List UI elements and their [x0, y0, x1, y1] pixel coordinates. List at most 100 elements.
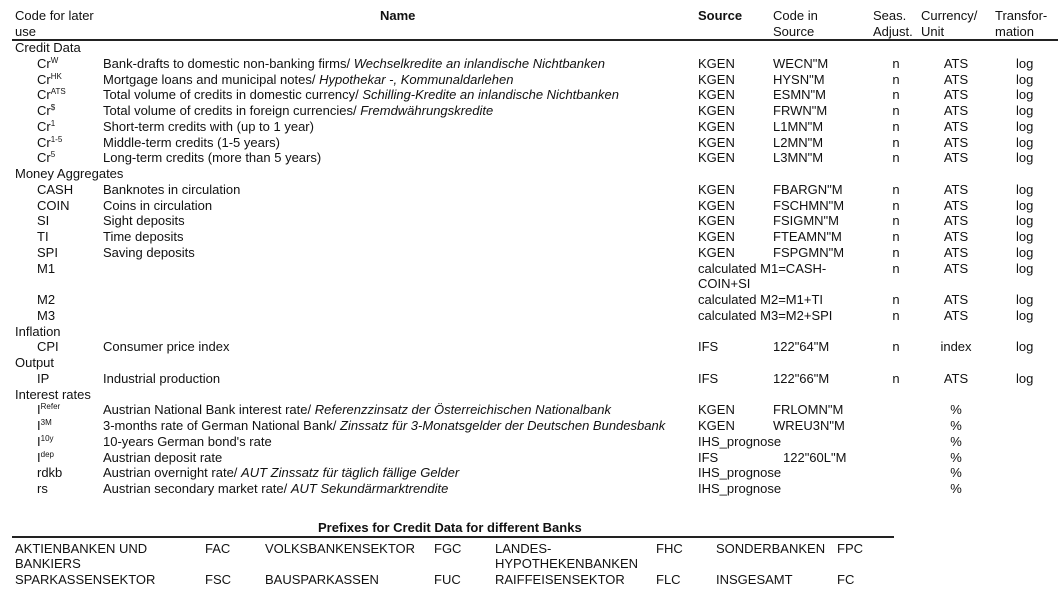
prefix-table-title: Prefixes for Credit Data for different B…	[318, 520, 582, 535]
code-in-source: FRWN"M	[773, 103, 828, 118]
header-code-in-source-line2: Source	[773, 24, 815, 39]
source: KGEN	[698, 402, 735, 418]
seasonal-adjustment: n	[892, 260, 900, 276]
variable-code: Cr1-5	[37, 135, 62, 150]
variable-name-english: 10-years German bond's rate	[103, 433, 272, 449]
source: KGEN	[698, 87, 735, 103]
code-in-source: FRLOMN"M	[773, 402, 844, 418]
code-in-source: WREU3N"M	[773, 418, 845, 433]
variable-name-english: Sight deposits	[103, 213, 185, 229]
variable-name-english: Saving deposits	[103, 244, 195, 260]
code-in-source: FSCHMN"M	[773, 197, 845, 213]
prefix-bank-name: VOLKSBANKENSEKTOR	[265, 541, 415, 556]
source: calculated M1=CASH-	[698, 260, 827, 276]
currency-unit: ATS	[943, 55, 969, 71]
variable-code-text: IP	[37, 370, 50, 386]
variable-name: Sight deposits	[103, 213, 185, 228]
variable-code-superscript: ATS	[50, 87, 66, 97]
group-title: Output	[15, 355, 55, 370]
variable-name-german: Schilling-Kredite an inlandische Nichtba…	[362, 87, 619, 103]
transformation: log	[1016, 181, 1034, 197]
source: KGEN	[698, 103, 735, 118]
source: calculated M3=M2+SPI	[698, 307, 833, 323]
header-transform-line1: Transfor-	[995, 8, 1048, 23]
header-transformation: Transfor- mation	[995, 8, 1047, 40]
prefix-code: FC	[837, 572, 855, 587]
variable-code-superscript: W	[50, 55, 59, 65]
seasonal-adjustment: n	[892, 150, 900, 166]
transformation: log	[1016, 118, 1034, 134]
header-seas-adjust: Seas. Adjust.	[873, 8, 913, 40]
seasonal-adjustment: n	[892, 181, 900, 197]
prefix-table-rule	[12, 536, 894, 538]
variable-name: Long-term credits (more than 5 years)	[103, 150, 321, 165]
prefix-bank-name-line1: AKTIENBANKEN UND	[15, 541, 148, 556]
transformation: log	[1016, 71, 1034, 87]
currency-unit: ATS	[943, 87, 969, 103]
transformation: log	[1016, 244, 1034, 260]
variable-code-superscript: 3M	[40, 418, 52, 427]
variable-name-german: Referenzzinsatz der Österreichischen Nat…	[314, 402, 611, 418]
variable-name: Short-term credits with (up to 1 year)	[103, 119, 314, 134]
variable-code-text: Cr	[37, 150, 51, 166]
currency-unit: %	[950, 465, 962, 481]
transformation: log	[1016, 55, 1034, 71]
transformation: log	[1016, 213, 1034, 229]
variable-name-english: Total volume of credits in foreign curre…	[103, 103, 361, 118]
header-code-line2: use	[15, 24, 36, 39]
variable-code: M3	[37, 308, 55, 323]
code-in-source: FSPGMN"M	[773, 244, 845, 260]
variable-code: I10y	[37, 434, 54, 449]
variable-name: Middle-term credits (1-5 years)	[103, 135, 280, 150]
header-rule	[12, 39, 1058, 41]
variable-code: M2	[37, 292, 55, 307]
variable-code: Cr$	[37, 103, 55, 118]
variable-code-superscript: 1	[50, 118, 56, 128]
variable-code-text: Cr	[37, 134, 51, 150]
code-in-source: FBARGN"M	[773, 181, 843, 197]
transformation: log	[1016, 229, 1034, 244]
code-in-source: L2MN"M	[773, 134, 824, 150]
source: IHS_prognose	[698, 481, 782, 496]
source: KGEN	[698, 418, 735, 433]
source: KGEN	[698, 213, 735, 229]
source: KGEN	[698, 55, 735, 71]
code-in-source: 122"60L"M	[783, 449, 847, 465]
variable-code-text: M3	[37, 307, 56, 323]
seasonal-adjustment: n	[892, 213, 900, 229]
variable-code-superscript: $	[50, 103, 56, 112]
currency-unit: %	[950, 449, 962, 465]
prefix-bank-name-line2: HYPOTHEKENBANKEN	[495, 556, 639, 571]
header-seas-line1: Seas.	[873, 8, 907, 23]
code-in-source: L3MN"M	[773, 150, 824, 166]
currency-unit: ATS	[943, 244, 969, 260]
variable-name-english: Austrian deposit rate	[103, 449, 223, 465]
group-title: Interest rates	[15, 386, 91, 402]
variable-code: rs	[37, 481, 48, 496]
variable-name-german: Fremdwährungskredite	[360, 103, 494, 118]
seasonal-adjustment: n	[892, 134, 900, 150]
source: KGEN	[698, 181, 735, 197]
variable-name-german: Wechselkredite an inlandische Nichtbanke…	[353, 55, 605, 71]
variable-name: Total volume of credits in foreign curre…	[103, 103, 493, 118]
variable-code-superscript: 1-5	[50, 134, 63, 144]
source: IHS_prognose	[698, 465, 782, 481]
transformation: log	[1016, 150, 1034, 166]
variable-name: Austrian overnight rate/ AUT Zinssatz fü…	[103, 465, 459, 480]
variable-name-german: Hypothekar -, Kommunaldarlehen	[319, 71, 514, 87]
seasonal-adjustment: n	[892, 103, 900, 118]
source: KGEN	[698, 150, 735, 166]
variable-code-text: TI	[37, 229, 49, 244]
variable-name-english: Middle-term credits (1-5 years)	[103, 134, 280, 150]
header-transform-line2: mation	[995, 24, 1035, 39]
variable-code-superscript: HK	[50, 71, 62, 81]
variable-name-german: AUT Zinssatz für täglich fällige Gelder	[241, 465, 460, 481]
source: IHS_prognose	[698, 433, 782, 449]
seasonal-adjustment: n	[892, 118, 900, 134]
variable-name: Mortgage loans and municipal notes/ Hypo…	[103, 72, 513, 87]
transformation: log	[1016, 370, 1034, 386]
variable-code: CASH	[37, 182, 73, 197]
variable-code-text: Cr	[37, 87, 51, 103]
transformation: log	[1016, 197, 1034, 213]
source: KGEN	[698, 134, 735, 150]
